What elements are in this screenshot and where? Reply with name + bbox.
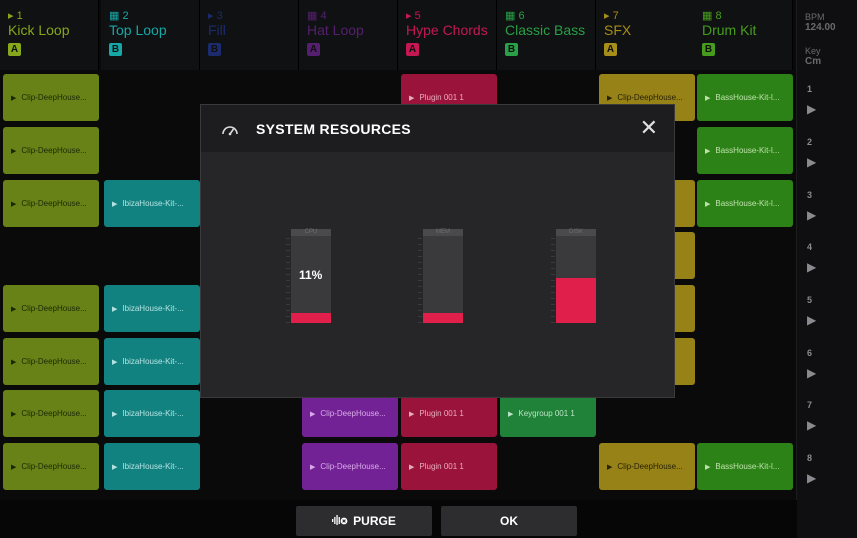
meter-ticks <box>286 238 290 323</box>
play-icon: ▶ <box>807 471 817 485</box>
scene-launch-2[interactable]: 2 ▶ <box>797 132 857 182</box>
play-icon: ▶ <box>807 102 817 116</box>
gauge-icon <box>221 123 239 141</box>
meter-ticks <box>551 238 555 323</box>
scene-number: 6 <box>807 348 813 358</box>
system-resources-dialog: SYSTEM RESOURCES ✕ CPU 11% MEM DISK <box>200 104 675 398</box>
meter-fill <box>291 313 331 323</box>
scene-number: 4 <box>807 242 813 252</box>
dialog-title: SYSTEM RESOURCES <box>256 121 411 137</box>
meter-label: CPU <box>291 229 331 236</box>
scene-launch-5[interactable]: 5 ▶ <box>797 290 857 340</box>
scene-number: 8 <box>807 453 813 463</box>
ok-label: OK <box>500 514 518 528</box>
scene-launch-8[interactable]: 8 ▶ <box>797 448 857 498</box>
dialog-titlebar: SYSTEM RESOURCES ✕ <box>201 105 674 152</box>
purge-label: PURGE <box>353 514 396 528</box>
scene-number: 3 <box>807 190 813 200</box>
scene-launch-6[interactable]: 6 ▶ <box>797 343 857 393</box>
play-icon: ▶ <box>807 418 817 432</box>
play-icon: ▶ <box>807 155 817 169</box>
close-icon[interactable]: ✕ <box>640 117 658 139</box>
play-icon: ▶ <box>807 366 817 380</box>
purge-icon <box>332 514 348 529</box>
scene-number: 5 <box>807 295 813 305</box>
meter-ticks <box>418 238 422 323</box>
meter-label: MEM <box>423 229 463 236</box>
scene-number: 1 <box>807 84 813 94</box>
bpm-value[interactable]: 124.00 <box>805 22 836 33</box>
key-label: Key <box>805 46 821 56</box>
meter-label: DISK <box>556 229 596 236</box>
scene-launch-3[interactable]: 3 ▶ <box>797 185 857 235</box>
play-icon: ▶ <box>807 313 817 327</box>
scene-launch-7[interactable]: 7 ▶ <box>797 395 857 445</box>
purge-button[interactable]: PURGE <box>296 506 432 536</box>
scene-launch-4[interactable]: 4 ▶ <box>797 237 857 287</box>
play-icon: ▶ <box>807 260 817 274</box>
bpm-label: BPM <box>805 12 825 22</box>
play-icon: ▶ <box>807 208 817 222</box>
meter-fill <box>423 313 463 323</box>
meter-disk: DISK <box>551 229 596 323</box>
ok-button[interactable]: OK <box>441 506 577 536</box>
scene-number: 2 <box>807 137 813 147</box>
scene-number: 7 <box>807 400 813 410</box>
meter-value: 11% <box>299 268 323 282</box>
scene-launch-1[interactable]: 1 ▶ <box>797 79 857 129</box>
meter-mem: MEM <box>418 229 463 323</box>
key-value[interactable]: Cm <box>805 56 821 67</box>
meter-fill <box>556 278 596 323</box>
